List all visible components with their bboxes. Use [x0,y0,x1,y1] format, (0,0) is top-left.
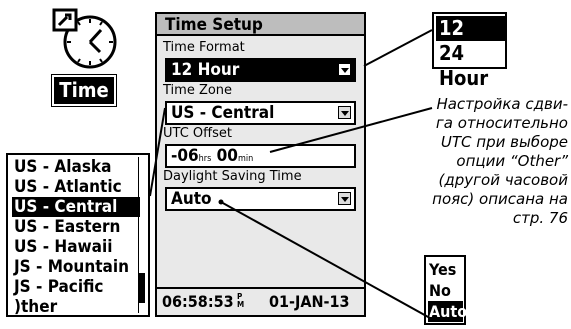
callout-line-time-zone [149,107,166,197]
callout-lines [149,29,433,319]
callout-line-dst [220,201,431,319]
callout-line-utc-offset [269,107,433,153]
callout-line-time-format [363,29,433,67]
